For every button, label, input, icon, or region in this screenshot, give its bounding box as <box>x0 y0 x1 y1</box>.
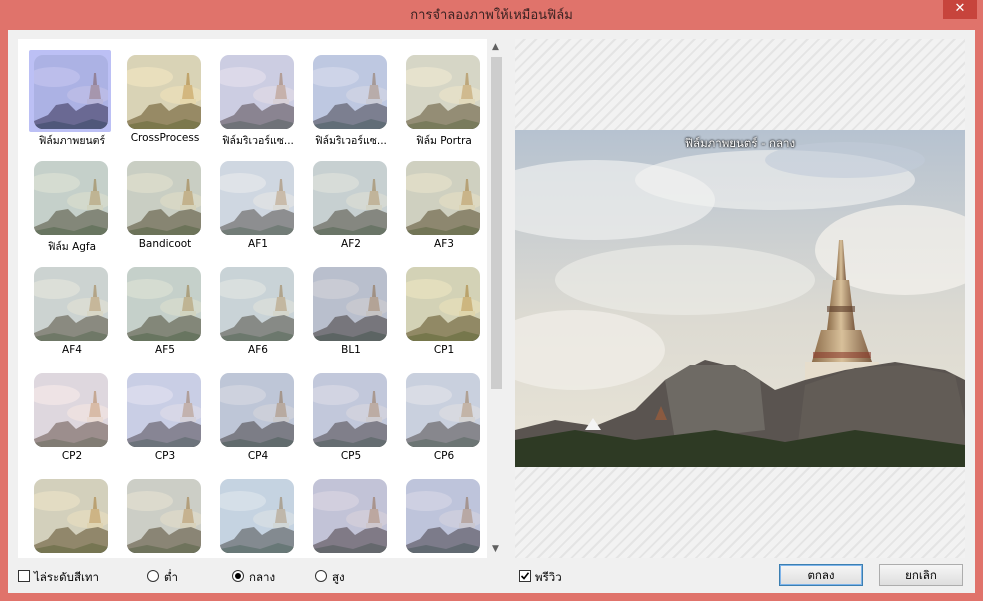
preset-thumbnail[interactable] <box>32 477 112 558</box>
low-radio[interactable] <box>147 570 159 582</box>
preset-thumbnail[interactable]: Bandicoot <box>125 159 205 254</box>
preset-thumbnail[interactable]: CP3 <box>125 371 205 466</box>
preset-thumbnail[interactable]: ฟิล์ม Portra <box>404 53 484 148</box>
preset-thumbnail[interactable]: ฟิล์มริเวอร์แซ... <box>311 53 391 148</box>
preset-image <box>313 479 387 553</box>
grayscale-checkbox[interactable] <box>18 570 30 582</box>
vertical-scrollbar[interactable]: ▲ ▼ <box>487 39 504 558</box>
preset-image <box>406 267 480 341</box>
preset-image <box>220 267 294 341</box>
preset-image <box>220 55 294 129</box>
dialog-window: การจำลองภาพให้เหมือนฟิล์ม ✕ ฟิล์มภาพยนตร… <box>0 0 983 601</box>
high-radio[interactable] <box>315 570 327 582</box>
preset-image <box>127 479 201 553</box>
preset-grid-panel: ฟิล์มภาพยนตร์ CrossProcess ฟิล์มริเวอร์แซ.… <box>18 39 504 558</box>
preset-label: CP1 <box>433 344 455 356</box>
preset-thumbnail[interactable]: AF5 <box>125 265 205 360</box>
preset-thumbnail[interactable]: BL1 <box>311 265 391 360</box>
preset-thumbnail[interactable]: ฟิล์มริเวอร์แซ... <box>218 53 298 148</box>
preset-thumbnail[interactable] <box>404 477 484 558</box>
preset-label: ฟิล์ม Agfa <box>47 241 97 253</box>
preset-thumbnail[interactable]: CP6 <box>404 371 484 466</box>
preset-image <box>127 161 201 235</box>
preset-label: CP6 <box>433 450 455 462</box>
options-bar: ไล่ระดับสีเทา ต่ำ กลาง สูง พรีวิว ตกลง ย… <box>8 563 975 593</box>
preset-label: AF3 <box>434 238 454 250</box>
radio-selected-dot <box>235 573 241 579</box>
preset-thumbnail[interactable]: CrossProcess <box>125 53 205 148</box>
preset-thumbnail[interactable]: CP5 <box>311 371 391 466</box>
preset-label: CP5 <box>340 450 362 462</box>
scroll-down-icon[interactable]: ▼ <box>487 541 504 558</box>
preset-label: ฟิล์ม Portra <box>416 135 472 147</box>
grayscale-label[interactable]: ไล่ระดับสีเทา <box>34 569 99 587</box>
scrollbar-thumb[interactable] <box>491 57 502 389</box>
preset-image <box>127 267 201 341</box>
preset-label: BL1 <box>341 344 361 356</box>
preset-label: Bandicoot <box>138 238 192 250</box>
preset-label: ฟิล์มริเวอร์แซ... <box>222 135 294 147</box>
preset-thumbnail[interactable] <box>125 477 205 558</box>
preview-checkbox[interactable] <box>519 570 531 582</box>
preview-label[interactable]: พรีวิว <box>535 569 562 587</box>
preset-image <box>220 479 294 553</box>
preset-label: CP4 <box>247 450 269 462</box>
preset-thumbnail[interactable]: AF4 <box>32 265 112 360</box>
window-title: การจำลองภาพให้เหมือนฟิล์ม <box>410 8 573 23</box>
preset-image <box>127 373 201 447</box>
preset-thumbnail[interactable] <box>218 477 298 558</box>
preset-thumbnail[interactable]: AF2 <box>311 159 391 254</box>
preset-image <box>313 161 387 235</box>
preset-image <box>406 161 480 235</box>
preset-thumbnail[interactable]: ฟิล์ม Agfa <box>32 159 112 254</box>
preset-image <box>34 373 108 447</box>
preset-label: AF5 <box>155 344 175 356</box>
preset-image <box>406 373 480 447</box>
preset-image <box>34 55 108 129</box>
preset-label: ฟิล์มริเวอร์แซ... <box>315 135 387 147</box>
preset-image <box>34 479 108 553</box>
preset-image <box>406 55 480 129</box>
preset-label: AF1 <box>248 238 268 250</box>
preset-image <box>313 55 387 129</box>
preview-image: ฟิล์มภาพยนตร์ - กลาง <box>515 130 965 467</box>
preset-label: AF4 <box>62 344 82 356</box>
preset-image <box>313 373 387 447</box>
preset-thumbnail[interactable]: CP4 <box>218 371 298 466</box>
preview-panel: ฟิล์มภาพยนตร์ - กลาง <box>515 39 965 558</box>
preset-image <box>220 373 294 447</box>
dialog-client: ฟิล์มภาพยนตร์ CrossProcess ฟิล์มริเวอร์แซ.… <box>8 30 975 593</box>
preset-image <box>34 161 108 235</box>
preset-label: CP2 <box>61 450 83 462</box>
cancel-button[interactable]: ยกเลิก <box>879 564 963 586</box>
medium-radio[interactable] <box>232 570 244 582</box>
ok-button[interactable]: ตกลง <box>779 564 863 586</box>
preset-image <box>406 479 480 553</box>
high-label[interactable]: สูง <box>332 569 345 587</box>
preset-thumbnail[interactable]: ฟิล์มภาพยนตร์ <box>29 50 112 148</box>
preset-thumbnail[interactable] <box>311 477 391 558</box>
preset-image <box>220 161 294 235</box>
checkmark-icon <box>520 572 530 580</box>
preset-thumbnail[interactable]: CP2 <box>32 371 112 466</box>
preset-image <box>34 267 108 341</box>
preset-label: AF6 <box>248 344 268 356</box>
preset-label: ฟิล์มภาพยนตร์ <box>38 135 106 147</box>
title-bar[interactable]: การจำลองภาพให้เหมือนฟิล์ม ✕ <box>0 0 983 26</box>
preset-image <box>313 267 387 341</box>
preset-label: CrossProcess <box>130 132 200 144</box>
preset-thumbnail[interactable]: CP1 <box>404 265 484 360</box>
medium-label[interactable]: กลาง <box>249 569 275 587</box>
preview-caption: ฟิล์มภาพยนตร์ - กลาง <box>684 136 796 150</box>
preset-label: CP3 <box>154 450 176 462</box>
scroll-up-icon[interactable]: ▲ <box>487 39 504 56</box>
preset-thumbnail[interactable]: AF1 <box>218 159 298 254</box>
preset-label: AF2 <box>341 238 361 250</box>
preset-image <box>127 55 201 129</box>
preview-photo <box>515 130 965 467</box>
preset-thumbnail[interactable]: AF6 <box>218 265 298 360</box>
low-label[interactable]: ต่ำ <box>164 569 178 587</box>
preset-thumbnail[interactable]: AF3 <box>404 159 484 254</box>
close-button[interactable]: ✕ <box>943 0 977 19</box>
